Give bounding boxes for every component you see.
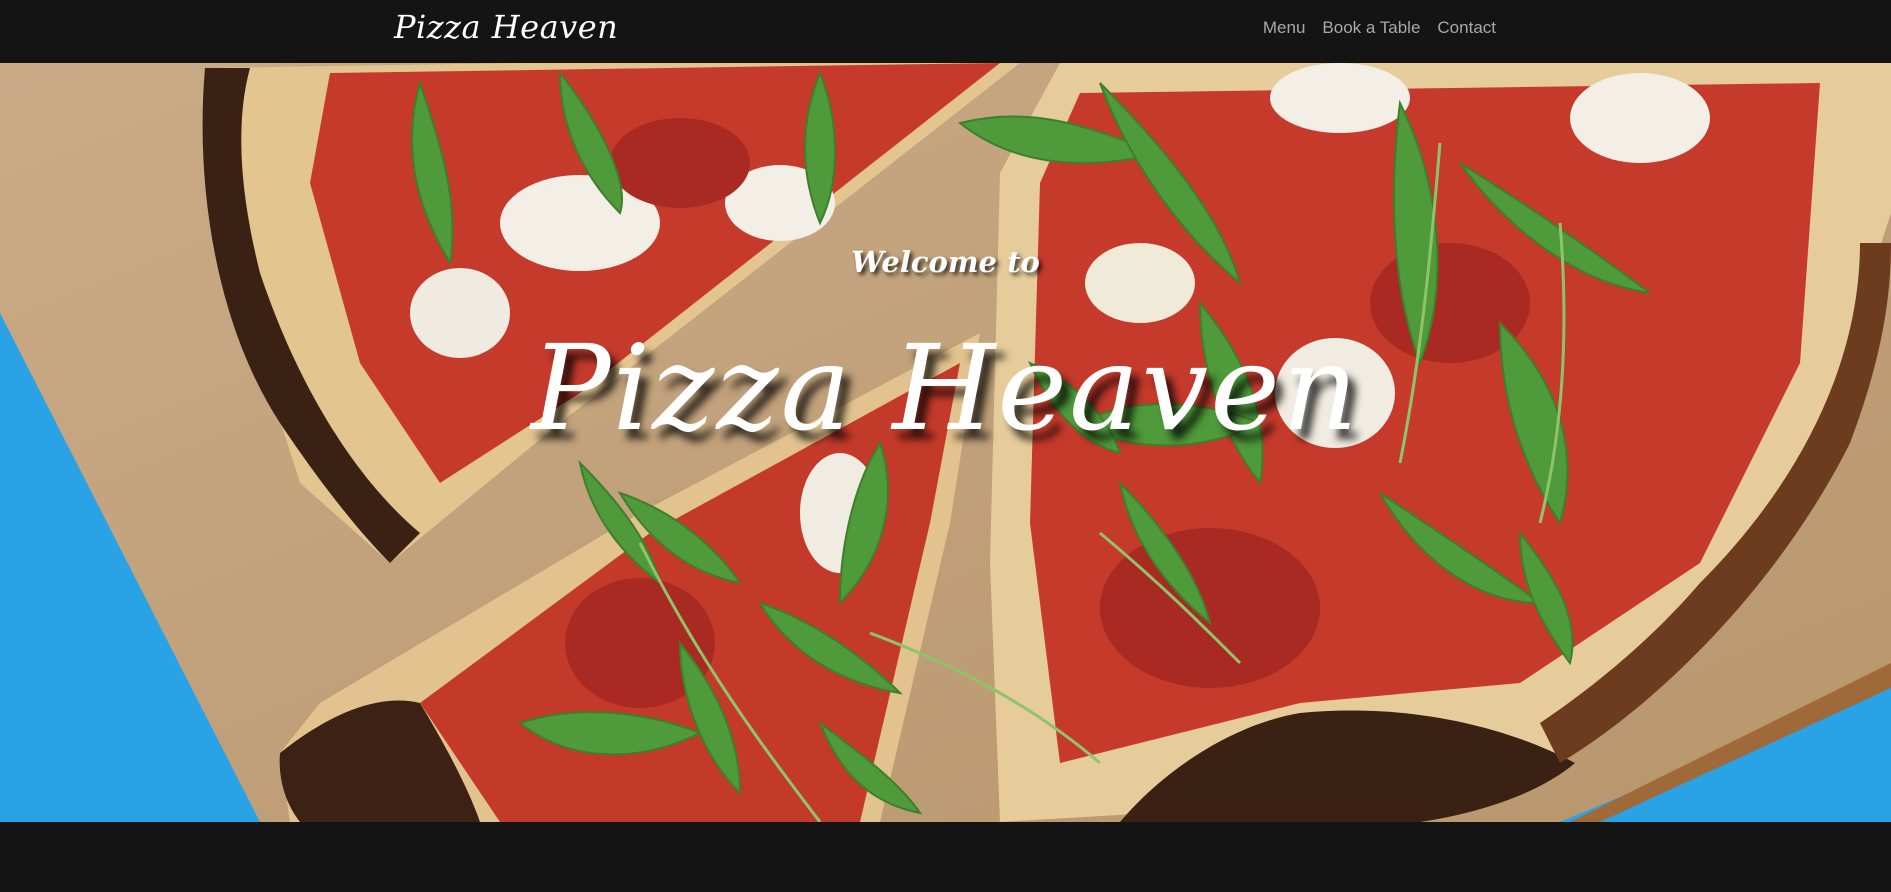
hero-title: Pizza Heaven bbox=[531, 319, 1360, 457]
nav-link-menu[interactable]: Menu bbox=[1263, 18, 1306, 38]
nav-link-contact[interactable]: Contact bbox=[1437, 18, 1496, 38]
nav-links: Menu Book a Table Contact bbox=[1263, 18, 1496, 38]
brand-logo[interactable]: Pizza Heaven bbox=[394, 8, 618, 46]
footer-bar bbox=[0, 822, 1891, 892]
navbar: Pizza Heaven Menu Book a Table Contact bbox=[0, 0, 1891, 63]
nav-link-book-a-table[interactable]: Book a Table bbox=[1322, 18, 1420, 38]
hero-welcome-text: Welcome to bbox=[851, 245, 1040, 279]
hero-section: Welcome to Pizza Heaven bbox=[0, 63, 1891, 822]
